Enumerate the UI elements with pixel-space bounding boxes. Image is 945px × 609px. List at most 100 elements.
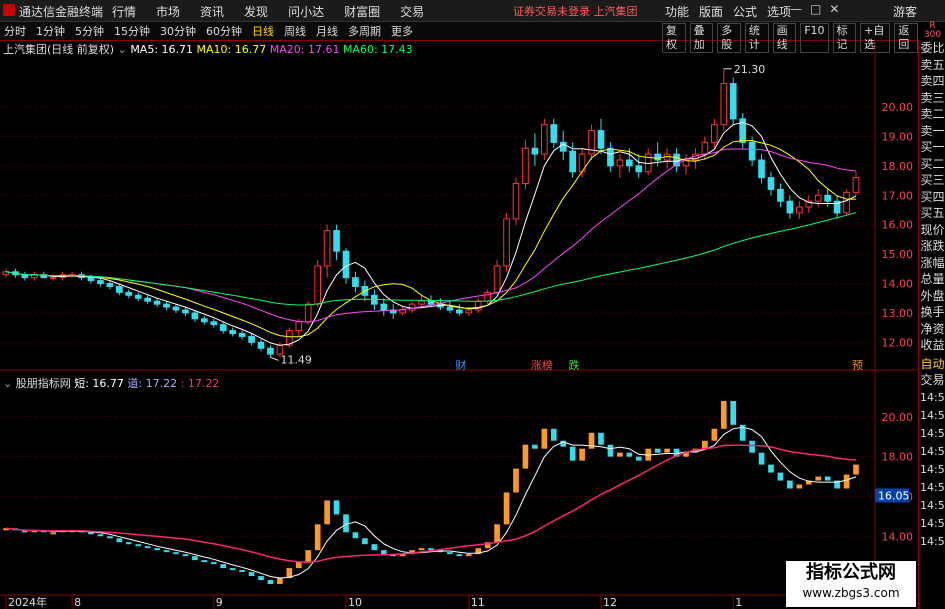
period-tab-7[interactable]: 周线 <box>282 23 308 39</box>
period-tab-9[interactable]: 多周期 <box>346 23 383 39</box>
sub-candle-body <box>702 440 708 449</box>
menu-item-options[interactable]: 选项 <box>767 3 791 20</box>
sub-candle-body <box>305 550 312 563</box>
side-field-11: 现价 <box>920 222 945 237</box>
side-field-10: 买五 <box>920 206 945 220</box>
event-marker[interactable]: 财 <box>455 358 466 372</box>
sub-candle-body <box>824 476 831 481</box>
trade-tab[interactable]: 交易 <box>919 372 945 389</box>
close-icon[interactable]: ✕ <box>829 2 839 16</box>
sub-candle-body <box>314 524 321 551</box>
candle-body <box>342 250 350 279</box>
candle-body <box>550 124 558 143</box>
sub-candle-body <box>815 476 822 481</box>
sub-candle-body <box>617 452 623 457</box>
price-tick-label: 19.00 <box>882 130 914 143</box>
menu-item-wealth[interactable]: 财富圈 <box>344 3 380 20</box>
minimize-icon[interactable]: — <box>790 2 802 16</box>
side-field-8: 买三 <box>920 173 945 187</box>
period-tab-4[interactable]: 30分钟 <box>158 23 198 39</box>
candle-body <box>522 147 529 185</box>
guest-label[interactable]: 游客 <box>893 3 917 20</box>
menu-item-formula[interactable]: 公式 <box>733 3 757 20</box>
auto-tab[interactable]: 自动 <box>919 356 945 373</box>
restore-icon[interactable]: □ <box>810 2 821 16</box>
candle-body <box>418 300 425 305</box>
menu-item-function[interactable]: 功能 <box>665 3 689 20</box>
sub-candle-body <box>626 452 633 457</box>
high-price-label: 21.30 <box>734 63 766 76</box>
sub-candle-body <box>758 452 765 465</box>
sub-candle-body <box>324 500 330 525</box>
price-tick-label: 18.00 <box>882 160 914 173</box>
menu-item-layout[interactable]: 版面 <box>699 3 723 20</box>
menu-item-news[interactable]: 资讯 <box>200 3 224 20</box>
menu-item-ask[interactable]: 问小达 <box>288 3 324 20</box>
x-axis-label: 12 <box>603 596 617 609</box>
candle-body <box>106 283 114 287</box>
candle-body <box>777 188 784 202</box>
sub-candle-body <box>50 532 57 535</box>
side-field-7: 买二 <box>920 156 945 171</box>
candle-body <box>238 333 246 337</box>
menu-item-discover[interactable]: 发现 <box>244 3 268 20</box>
event-marker[interactable]: 涨榜 <box>531 358 553 372</box>
sub-candle-body <box>201 560 208 563</box>
ma5-line <box>5 121 857 346</box>
event-marker[interactable]: 预 <box>852 359 863 372</box>
menu-item-trade[interactable]: 交易 <box>400 3 424 20</box>
period-tab-0[interactable]: 分时 <box>2 23 28 39</box>
sub-candle-body <box>333 500 340 515</box>
x-axis-label: 2024年 <box>8 595 47 609</box>
current-price-label: 16.05 <box>878 489 910 502</box>
price-tick-label: 13.00 <box>882 307 914 320</box>
sub-candle-body <box>730 400 737 425</box>
sub-candle-body <box>447 552 453 555</box>
event-marker[interactable]: 跌 <box>569 358 580 372</box>
sub-candle-body <box>522 444 529 469</box>
menu-bar: 通达信金融终端 行情 市场 资讯 发现 问小达 财富圈 交易 证券交易未登录 上… <box>0 0 945 22</box>
tick-time-4: 14:56 <box>920 462 945 476</box>
side-field-9: 买四 <box>920 189 945 204</box>
candle-body <box>493 265 501 293</box>
x-axis-label: 9 <box>216 596 223 609</box>
tick-time-7: 14:56 <box>920 516 945 530</box>
menu-item-hq[interactable]: 行情 <box>112 3 136 20</box>
candle-body <box>607 147 614 167</box>
window-controls: — □ ✕ <box>790 2 839 16</box>
sub-candle-body <box>456 554 463 557</box>
candle-body <box>333 230 340 252</box>
tick-time-3: 14:56 <box>920 444 945 458</box>
candle-body <box>380 303 388 311</box>
sub-candle-body <box>579 448 585 461</box>
candle-body <box>729 83 737 120</box>
x-axis-label: 1 <box>735 596 742 609</box>
candle-body <box>125 291 133 296</box>
period-tab-6[interactable]: 日线 <box>250 23 276 39</box>
candle-body <box>172 306 180 311</box>
period-tab-8[interactable]: 月线 <box>314 23 340 39</box>
ma10-line <box>5 140 856 338</box>
menu-item-market[interactable]: 市场 <box>156 3 180 20</box>
period-tab-1[interactable]: 1分钟 <box>34 23 67 39</box>
period-tab-3[interactable]: 15分钟 <box>112 23 152 39</box>
sub-candle-body <box>541 428 548 449</box>
right-menu: 功能 版面 公式 选项 <box>665 3 791 20</box>
sub-candle-body <box>418 548 425 551</box>
candle-body <box>295 321 303 332</box>
period-tab-2[interactable]: 5分钟 <box>73 23 106 39</box>
period-tab-10[interactable]: 更多 <box>389 23 415 39</box>
candle-body <box>144 297 151 302</box>
period-tab-5[interactable]: 60分钟 <box>204 23 244 39</box>
side-field-13: 涨幅 <box>920 255 945 270</box>
candle-body <box>314 265 322 305</box>
candle-body <box>635 165 643 173</box>
sub-candle-body <box>248 572 255 577</box>
kline-chart[interactable]: 20.00 19.00 18.00 17.00 16.00 15.00 14.00 13.00… <box>0 40 918 609</box>
sub-candle-body <box>97 534 104 537</box>
price-tick-label: 15.00 <box>882 248 914 261</box>
sub-candle-body <box>220 564 227 569</box>
candle-body <box>210 321 218 326</box>
candle-body <box>767 177 775 190</box>
side-field-4: 卖二 <box>920 107 945 121</box>
